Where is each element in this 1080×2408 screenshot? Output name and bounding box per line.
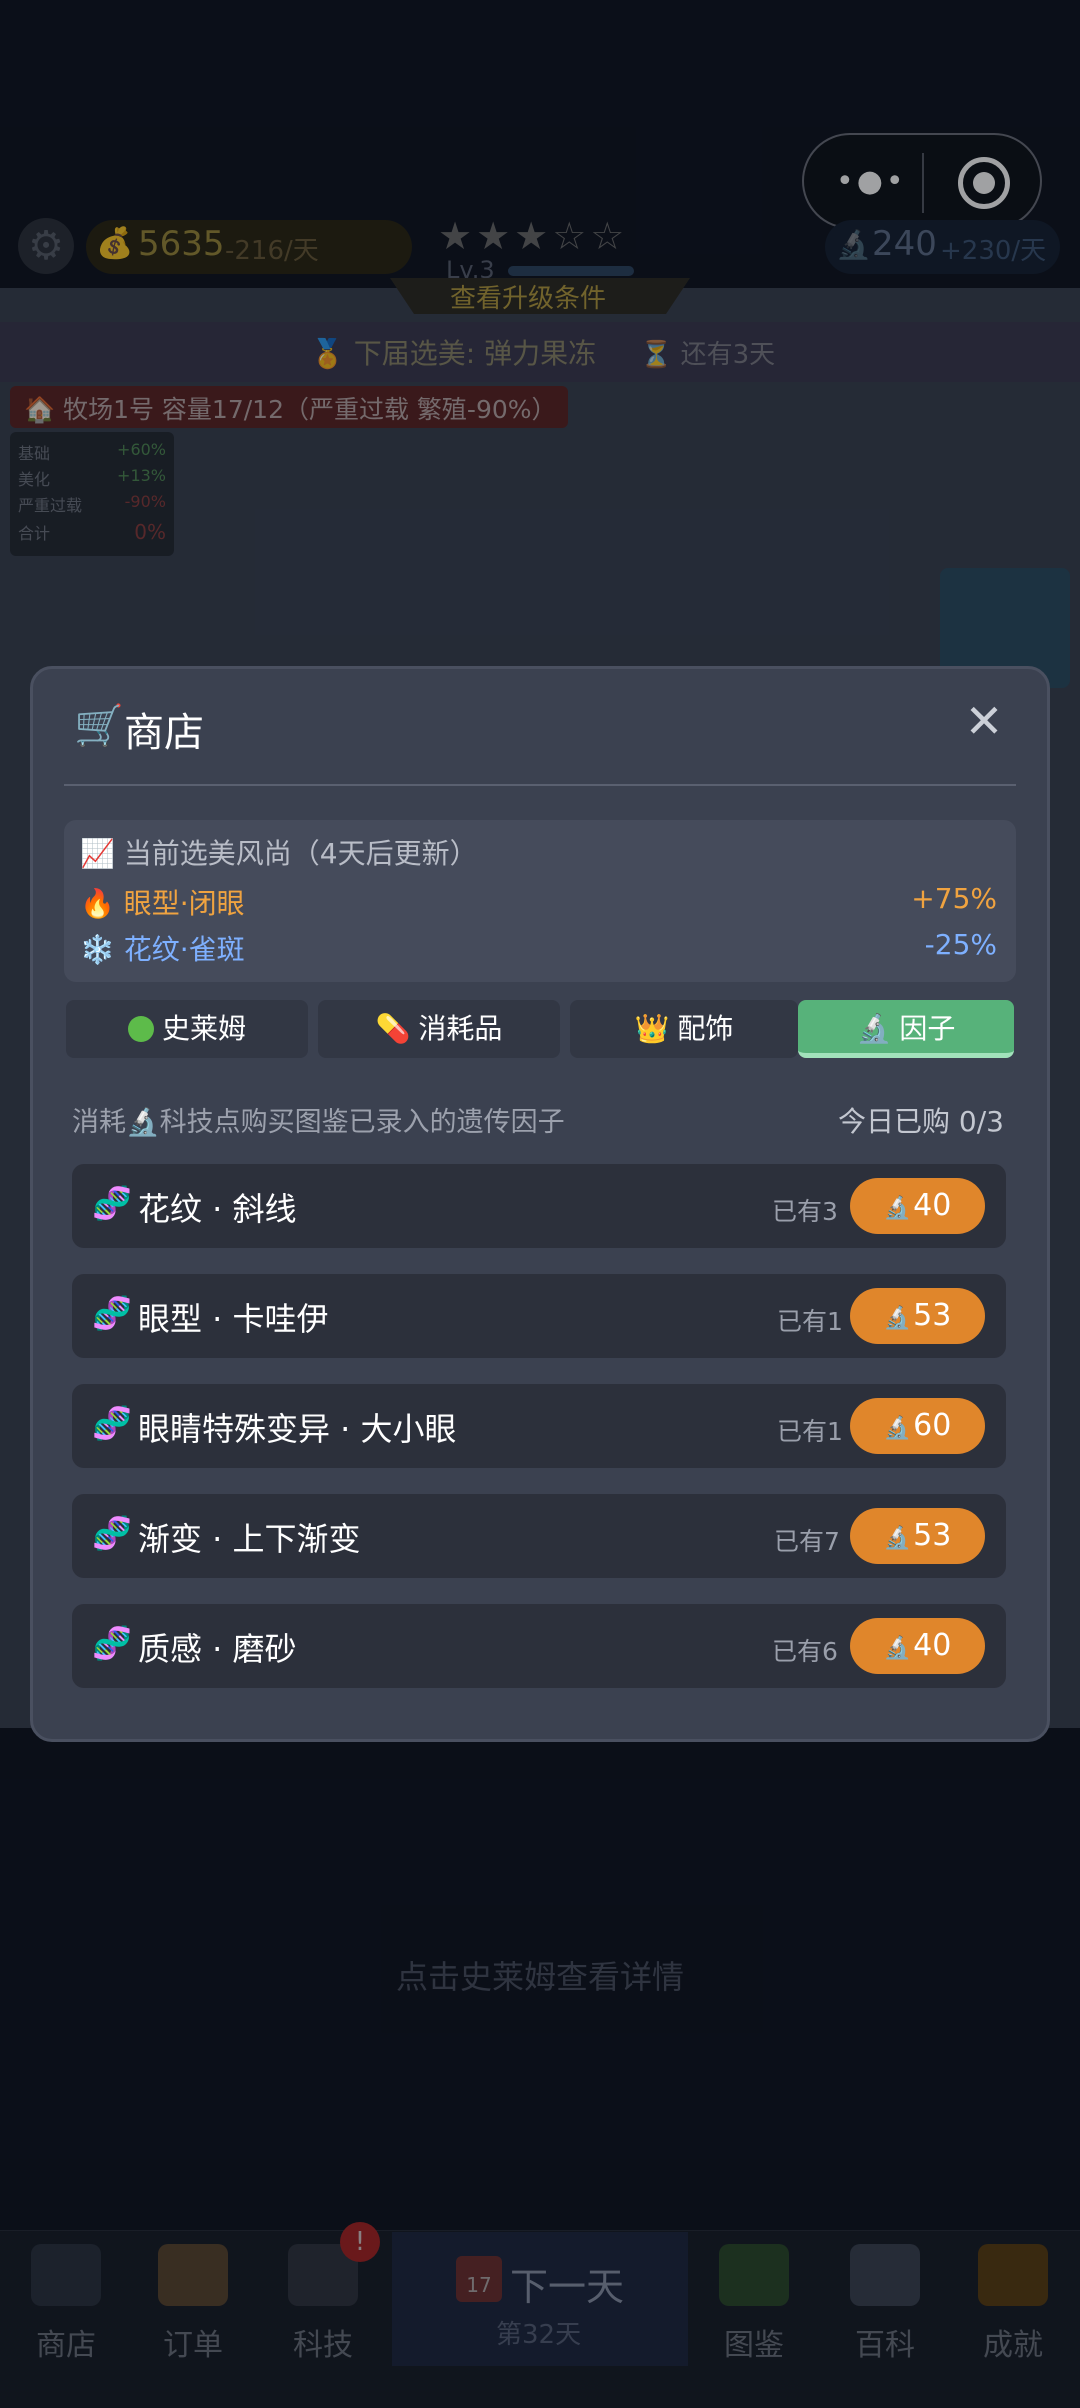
factor-name: 质感 · 磨砂 <box>138 1630 297 1668</box>
factor-name: 眼睛特殊变异 · 大小眼 <box>138 1410 457 1448</box>
microscope-icon: 🔬 <box>883 1306 912 1331</box>
daily-purchase-count: 今日已购 0/3 <box>838 1105 1004 1138</box>
factor-name: 花纹 · 斜线 <box>138 1190 297 1228</box>
price-value: 40 <box>913 1188 952 1223</box>
microscope-icon: 🔬 <box>883 1196 912 1221</box>
tab-accessories[interactable]: 👑 配饰 <box>570 1000 798 1058</box>
owned-count: 已有7 <box>774 1527 840 1556</box>
dna-icon: 🧬 <box>92 1294 132 1332</box>
factor-name: 渐变 · 上下渐变 <box>138 1520 361 1558</box>
tab-label: 配饰 <box>677 1012 734 1045</box>
dna-icon: 🧬 <box>92 1514 132 1552</box>
owned-count: 已有3 <box>772 1197 838 1226</box>
buy-button[interactable]: 🔬53 <box>850 1508 985 1564</box>
title-divider <box>64 784 1016 786</box>
owned-count: 已有6 <box>772 1637 838 1666</box>
microscope-icon: 🔬 <box>883 1636 912 1661</box>
factor-description: 消耗🔬科技点购买图鉴已录入的遗传因子 <box>72 1107 565 1138</box>
trend-up-label: 🔥 眼型·闭眼 <box>80 887 245 920</box>
owned-count: 已有1 <box>777 1307 843 1336</box>
dna-icon: 🧬 <box>92 1624 132 1662</box>
buy-button[interactable]: 🔬60 <box>850 1398 985 1454</box>
microscope-icon: 🔬 <box>883 1526 912 1551</box>
trend-down-label: ❄️ 花纹·雀斑 <box>80 933 245 966</box>
tab-slime[interactable]: 史莱姆 <box>66 1000 308 1058</box>
buy-button[interactable]: 🔬40 <box>850 1618 985 1674</box>
trend-header: 📈 当前选美风尚（4天后更新） <box>80 837 478 870</box>
tab-factors[interactable]: 🔬 因子 <box>798 1000 1014 1058</box>
buy-button[interactable]: 🔬53 <box>850 1288 985 1344</box>
dna-icon: 🧬 <box>92 1404 132 1442</box>
green-dot-icon <box>127 1016 154 1042</box>
microscope-icon: 🔬 <box>856 1012 892 1045</box>
factor-name: 眼型 · 卡哇伊 <box>138 1300 329 1338</box>
price-value: 60 <box>913 1408 952 1443</box>
pill-icon: 💊 <box>375 1012 411 1045</box>
dna-icon: 🧬 <box>92 1184 132 1222</box>
trend-up-value: +75% <box>911 882 997 915</box>
close-icon[interactable]: ✕ <box>962 698 1006 744</box>
cart-icon: 🛒 <box>74 703 124 749</box>
tab-label: 史莱姆 <box>161 1012 246 1045</box>
price-value: 53 <box>913 1518 952 1553</box>
buy-button[interactable]: 🔬40 <box>850 1178 985 1234</box>
owned-count: 已有1 <box>777 1417 843 1446</box>
tab-label: 消耗品 <box>418 1012 503 1045</box>
crown-icon: 👑 <box>634 1012 670 1045</box>
tab-consumables[interactable]: 💊 消耗品 <box>318 1000 560 1058</box>
tab-label: 因子 <box>899 1012 956 1045</box>
microscope-icon: 🔬 <box>883 1416 912 1441</box>
trend-down-value: -25% <box>924 928 997 961</box>
price-value: 40 <box>913 1628 952 1663</box>
price-value: 53 <box>913 1298 952 1333</box>
modal-title: 商店 <box>124 710 204 756</box>
